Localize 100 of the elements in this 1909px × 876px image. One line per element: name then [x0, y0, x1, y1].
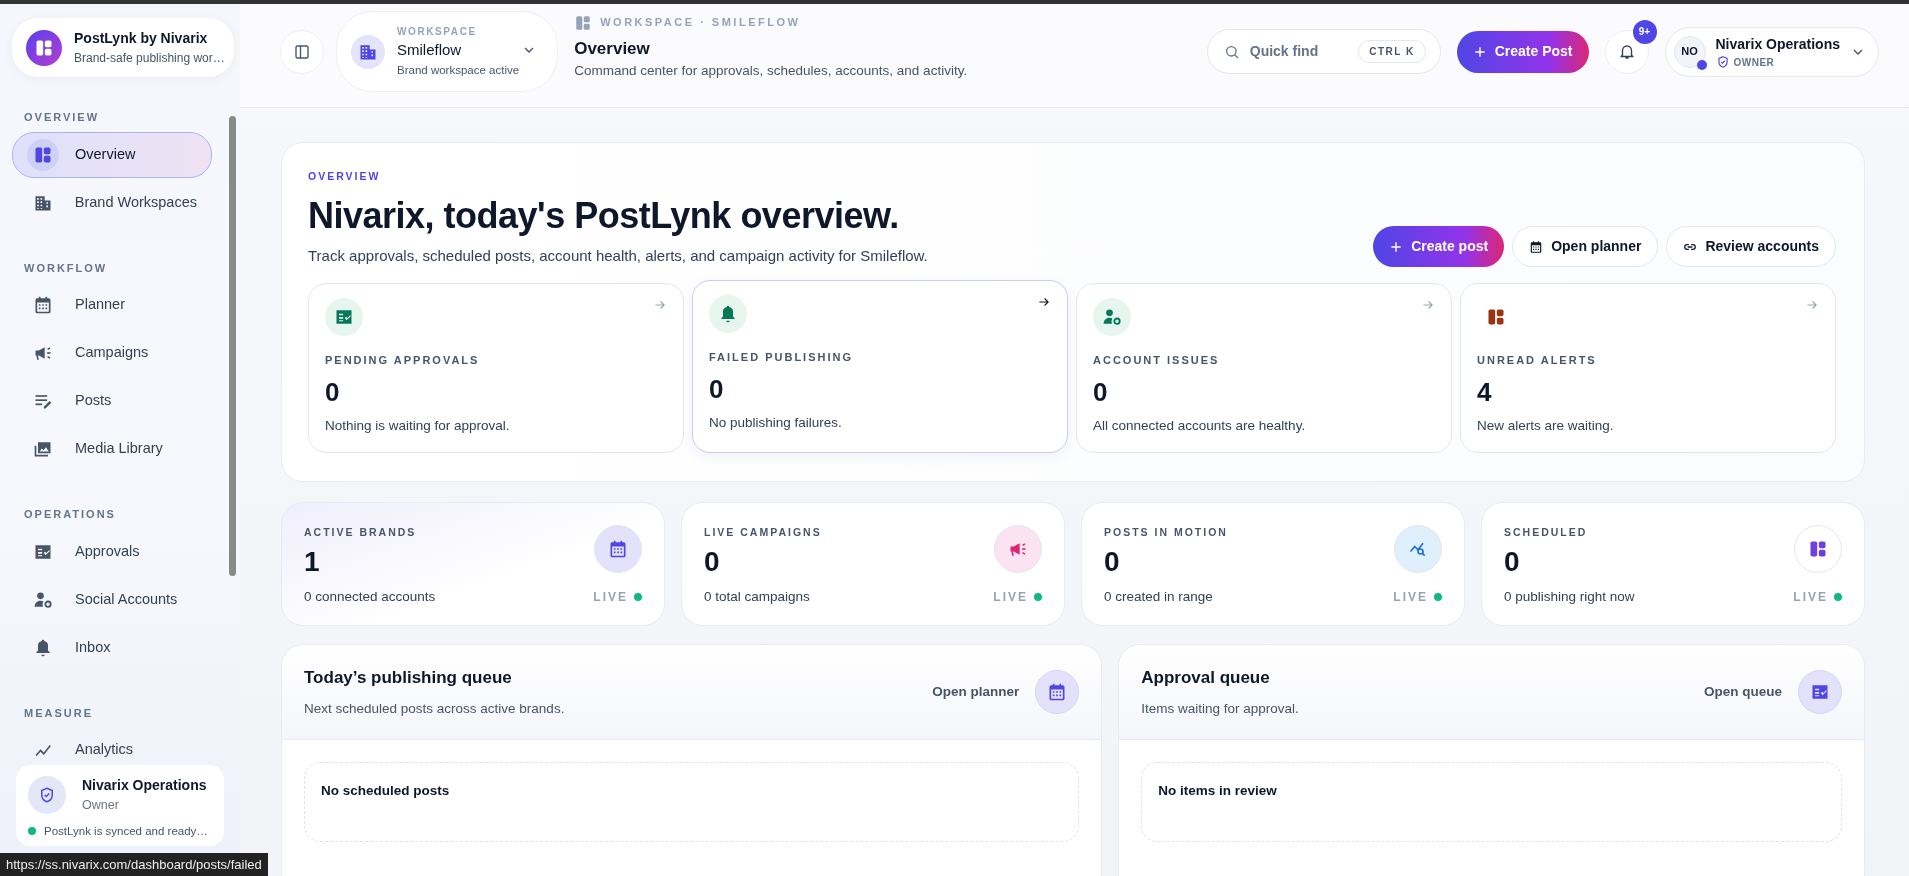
create-post-button[interactable]: Create Post: [1456, 30, 1589, 73]
shield-icon: [38, 785, 56, 804]
scrollbar[interactable]: [229, 116, 236, 576]
plus-icon: [1472, 44, 1487, 59]
live-status: LIVE: [1793, 588, 1828, 606]
queue-link[interactable]: Open queue: [1704, 681, 1782, 702]
images-icon: [33, 439, 53, 459]
layout-icon: [1808, 539, 1828, 559]
sidebar-item[interactable]: Overview: [12, 131, 212, 178]
tile-value: 0: [1093, 375, 1109, 409]
queue-title: Approval queue: [1141, 667, 1271, 689]
section-heading: WORKFLOW: [24, 260, 109, 276]
summary-tile[interactable]: FAILED PUBLISHING 0 No publishing failures.: [692, 280, 1068, 453]
plus-icon: [1389, 239, 1404, 254]
sidebar-item[interactable]: Campaigns: [12, 330, 212, 376]
summary-tile[interactable]: UNREAD ALERTS 4 New alerts are waiting.: [1460, 283, 1836, 453]
user-menu[interactable]: NO Nivarix Operations OWNER: [1664, 26, 1879, 77]
sidebar-item[interactable]: Inbox: [12, 624, 212, 671]
section-heading: OPERATIONS: [24, 507, 117, 522]
sidebar-item[interactable]: Social Accounts: [12, 576, 212, 623]
user-name: Nivarix Operations: [1715, 34, 1840, 54]
section-heading: MEASURE: [24, 705, 94, 721]
sidebar-toggle-icon: [293, 42, 311, 61]
queue-link[interactable]: Open planner: [932, 681, 1020, 702]
page-title: Overview: [574, 37, 651, 60]
account-name: Nivarix Operations: [82, 776, 207, 795]
user-gear-icon: [1102, 307, 1122, 328]
stat-label: POSTS IN MOTION: [1104, 525, 1228, 540]
tile-note: New alerts are waiting.: [1477, 416, 1615, 435]
account-role: Owner: [82, 797, 120, 814]
calendar-icon: [608, 539, 628, 559]
empty-state-title: No scheduled posts: [321, 782, 450, 798]
sidebar-item[interactable]: Approvals: [12, 528, 212, 575]
tile-label: FAILED PUBLISHING: [709, 350, 854, 366]
tile-label: UNREAD ALERTS: [1477, 353, 1598, 369]
section-heading: OVERVIEW: [24, 110, 101, 125]
workspace-name: Smileflow: [397, 40, 462, 61]
breadcrumb: WORKSPACE · SMILEFLOW: [600, 15, 801, 31]
brand-name: PostLynk by Nivarix: [74, 29, 209, 48]
summary-tile[interactable]: PENDING APPROVALS 0 Nothing is waiting for approval.: [308, 283, 684, 453]
search-icon: [1223, 43, 1240, 60]
sidebar-item[interactable]: Analytics: [12, 727, 212, 765]
quick-find-field[interactable]: Quick find CTRL K: [1206, 29, 1441, 74]
status-dot-icon: [634, 592, 642, 601]
calendar-icon: [33, 295, 53, 315]
stat-label: LIVE CAMPAIGNS: [704, 525, 822, 540]
stat-label: ACTIVE BRANDS: [304, 525, 417, 540]
stat-value: 0: [1504, 544, 1521, 579]
quick-find-placeholder: Quick find: [1249, 42, 1319, 61]
tile-value: 0: [709, 372, 725, 406]
stat-value: 1: [304, 544, 321, 579]
stat-note: 0 total campaigns: [704, 587, 810, 606]
tile-value: 0: [325, 375, 341, 409]
sidebar-item[interactable]: Brand Workspaces: [12, 179, 212, 226]
sync-status: PostLynk is synced and ready…: [44, 823, 208, 839]
sidebar-item[interactable]: Posts: [12, 378, 212, 424]
summary-tile[interactable]: ACCOUNT ISSUES 0 All connected accounts are healthy.: [1076, 283, 1452, 453]
review-accounts-button[interactable]: Review accounts: [1666, 226, 1836, 268]
sidebar-item[interactable]: Planner: [12, 282, 212, 328]
live-status: LIVE: [1393, 588, 1428, 606]
tile-note: Nothing is waiting for approval.: [325, 416, 511, 435]
sidebar-item[interactable]: Media Library: [12, 426, 212, 472]
overview-title: Nivarix, today's PostLynk overview.: [308, 193, 900, 238]
status-dot-icon: [1034, 592, 1042, 601]
sidebar-toggle-button[interactable]: [280, 29, 324, 74]
stat-note: 0 connected accounts: [304, 587, 436, 606]
section-eyebrow: OVERVIEW: [308, 169, 382, 184]
workspace-label: WORKSPACE: [397, 25, 478, 40]
queue-subtitle: Items waiting for approval.: [1141, 699, 1299, 718]
workspace-selector[interactable]: WORKSPACE Smileflow Brand workspace active: [336, 11, 559, 92]
tile-note: All connected accounts are healthy.: [1093, 416, 1307, 435]
tile-note: No publishing failures.: [709, 413, 843, 432]
stat-value: 0: [1104, 544, 1121, 579]
workspace-status: Brand workspace active: [397, 62, 521, 78]
user-role: OWNER: [1733, 55, 1775, 70]
status-url-tooltip: https://ss.nivarix.com/dashboard/posts/failed: [0, 852, 268, 876]
open-planner-button[interactable]: Open planner: [1512, 226, 1659, 268]
stat-note: 0 created in range: [1104, 587, 1213, 606]
stat-label: SCHEDULED: [1504, 525, 1588, 540]
stat-value: 0: [704, 544, 721, 579]
brand-card[interactable]: PostLynk by Nivarix Brand-safe publishing wor…: [12, 18, 234, 77]
live-status: LIVE: [593, 588, 628, 606]
calendar-icon: [1047, 681, 1068, 702]
stat-note: 0 publishing right now: [1504, 587, 1635, 606]
page-subtitle: Command center for approvals, schedules, accounts, and activity.: [574, 62, 968, 81]
tile-label: ACCOUNT ISSUES: [1093, 353, 1221, 369]
bell-icon: [718, 304, 738, 325]
layout-icon: [574, 13, 593, 32]
live-status: LIVE: [993, 588, 1028, 606]
status-dot-icon: [28, 827, 36, 836]
bell-icon: [33, 637, 53, 658]
tile-label: PENDING APPROVALS: [325, 353, 481, 369]
status-dot-icon: [1834, 592, 1842, 601]
user-avatar: NO: [1673, 35, 1706, 68]
layout-icon: [1486, 307, 1506, 328]
create-post-button[interactable]: Create post: [1373, 226, 1505, 268]
queue-title: Today’s publishing queue: [304, 667, 513, 689]
empty-state-title: No items in review: [1158, 782, 1277, 798]
overview-subtitle: Track approvals, scheduled posts, account health, alerts, and campaign activity for Smileflow.: [308, 245, 928, 266]
calendar-icon: [1529, 239, 1544, 254]
